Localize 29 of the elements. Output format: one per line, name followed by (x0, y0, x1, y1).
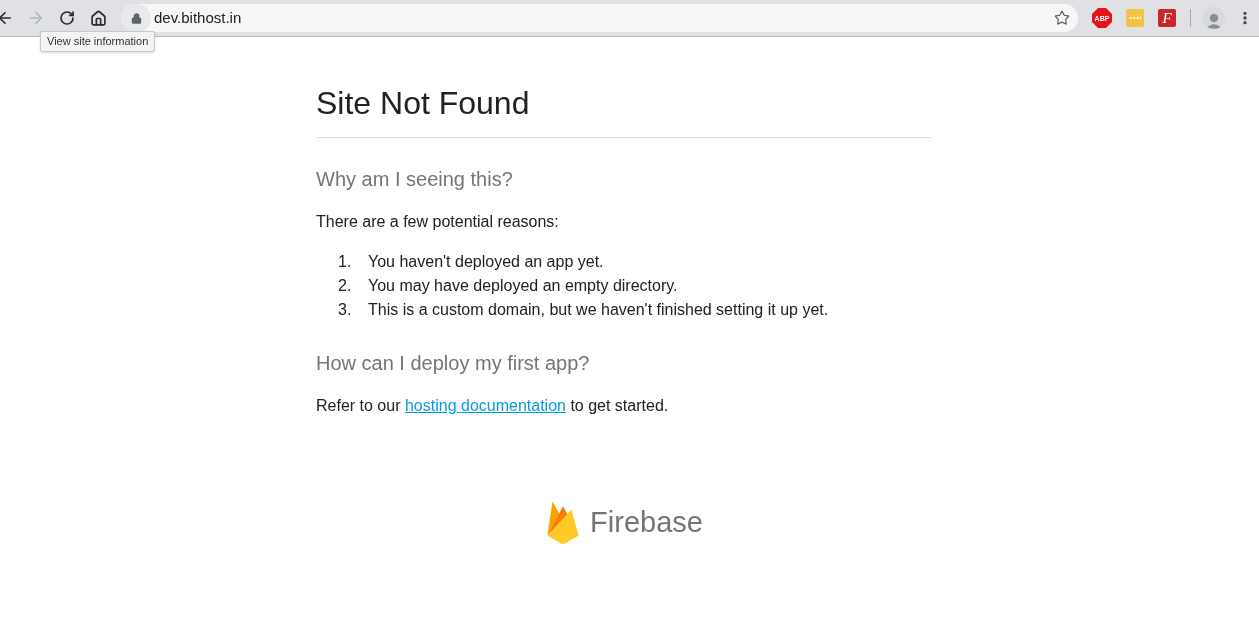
tooltip: View site information (40, 31, 156, 52)
list-item-text: You may have deployed an empty directory. (368, 276, 678, 296)
site-info-button[interactable] (121, 4, 151, 32)
list-number: 3. (337, 300, 353, 320)
profile-avatar-button[interactable] (1203, 7, 1225, 29)
person-silhouette-icon (1205, 12, 1223, 29)
list-item-text: This is a custom domain, but we haven't finished setting it up yet. (368, 300, 829, 320)
reload-icon (59, 10, 75, 26)
dots-extension-button[interactable] (1126, 9, 1144, 27)
flame-logo-icon (546, 499, 581, 545)
page-title: Site Not Found (316, 84, 531, 122)
lock-icon (130, 12, 142, 24)
home-icon (89, 9, 107, 27)
documentation-link[interactable]: hosting documentation (404, 397, 566, 414)
list-number: 2. (337, 276, 353, 296)
address-bar[interactable]: dev.bithost.in (121, 4, 1078, 32)
list-item-text: You haven't deployed an app yet. (368, 252, 604, 272)
dots-icon (1129, 16, 1141, 20)
section-heading: Why am I seeing this? (316, 167, 514, 192)
bookmark-star-button[interactable] (1054, 10, 1070, 26)
url-text: dev.bithost.in (154, 7, 242, 28)
paragraph: There are a few potential reasons: (316, 212, 560, 232)
letter-extension-button[interactable]: F (1158, 9, 1176, 27)
list-number: 1. (337, 252, 353, 272)
star-icon (1054, 10, 1070, 26)
forward-arrow-icon (27, 9, 45, 27)
section-heading: How can I deploy my first app? (316, 351, 591, 376)
paragraph: Refer to our hosting documentation to get started. (316, 396, 670, 416)
brand-wordmark: Firebase (590, 507, 703, 537)
